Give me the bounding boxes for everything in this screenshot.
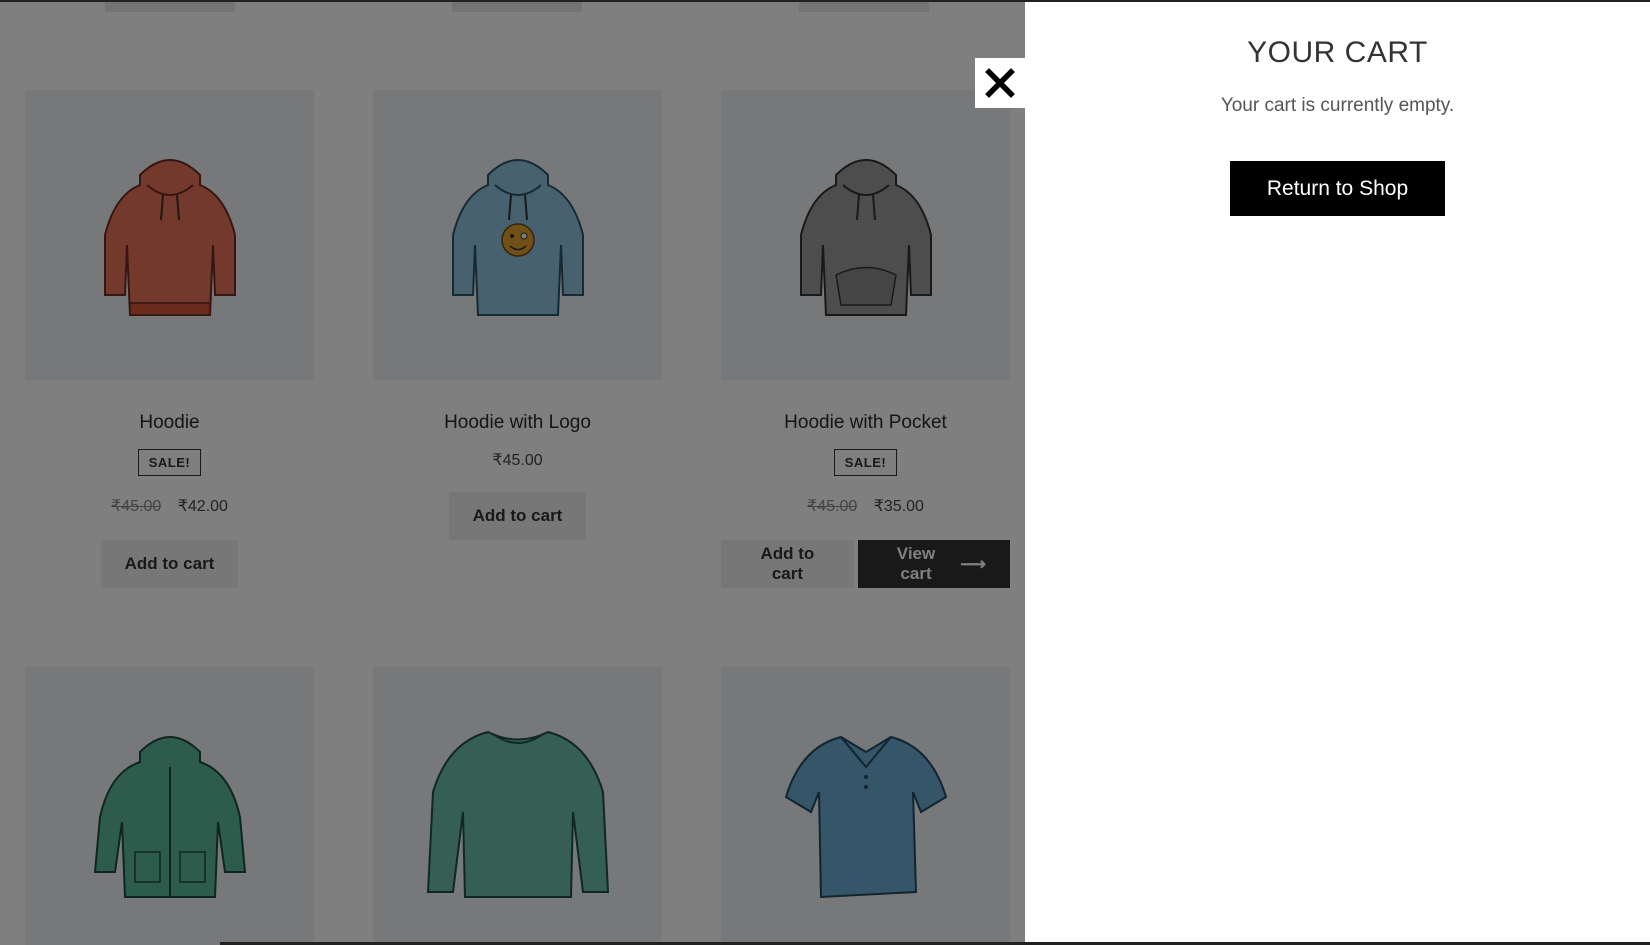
return-to-shop-button[interactable]: Return to Shop: [1230, 161, 1445, 216]
close-icon: [985, 68, 1015, 98]
cart-title: YOUR CART: [1247, 36, 1428, 69]
modal-backdrop[interactable]: [0, 0, 1025, 945]
cart-empty-message: Your cart is currently empty.: [1220, 95, 1455, 116]
cart-drawer: YOUR CART Your cart is currently empty. …: [1025, 2, 1650, 942]
close-cart-button[interactable]: [975, 58, 1025, 108]
